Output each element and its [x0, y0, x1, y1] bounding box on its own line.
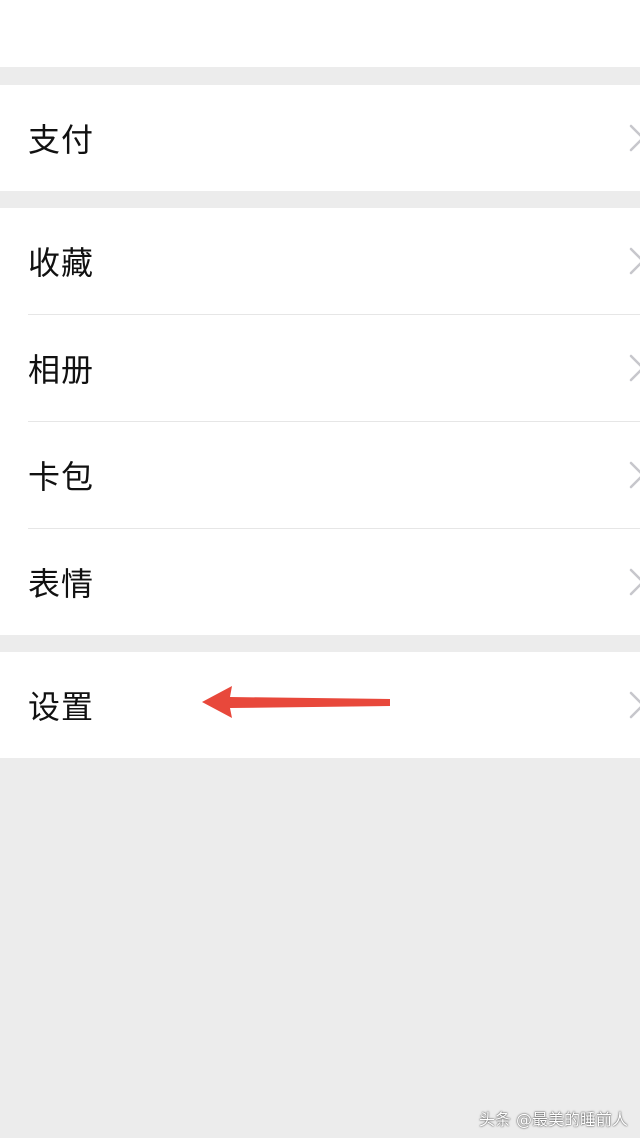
menu-item-album-label: 相册 — [28, 351, 95, 389]
watermark-text: 头条 @最美的睡前人 — [478, 1110, 628, 1129]
top-section-remnant — [0, 0, 640, 67]
menu-item-album[interactable]: 相册 — [0, 315, 640, 421]
red-arrow-annotation-icon — [202, 686, 390, 718]
chevron-right-icon — [629, 461, 640, 489]
chevron-right-icon — [629, 354, 640, 382]
menu-item-pay[interactable]: 支付 — [0, 85, 640, 191]
menu-item-cards-label: 卡包 — [28, 458, 95, 496]
section-pay: 支付 — [0, 85, 640, 191]
chevron-right-icon — [629, 568, 640, 596]
menu-item-cards[interactable]: 卡包 — [0, 422, 640, 528]
menu-item-favorites[interactable]: 收藏 — [0, 208, 640, 314]
menu-item-favorites-label: 收藏 — [28, 244, 95, 282]
chevron-right-icon — [629, 247, 640, 275]
menu-item-pay-label: 支付 — [28, 121, 95, 159]
section-collection: 收藏 相册 卡包 表情 — [0, 208, 640, 635]
chevron-right-icon — [629, 691, 640, 719]
menu-item-stickers[interactable]: 表情 — [0, 529, 640, 635]
menu-item-stickers-label: 表情 — [28, 565, 95, 603]
menu-item-settings-label: 设置 — [28, 688, 95, 726]
chevron-right-icon — [629, 124, 640, 152]
